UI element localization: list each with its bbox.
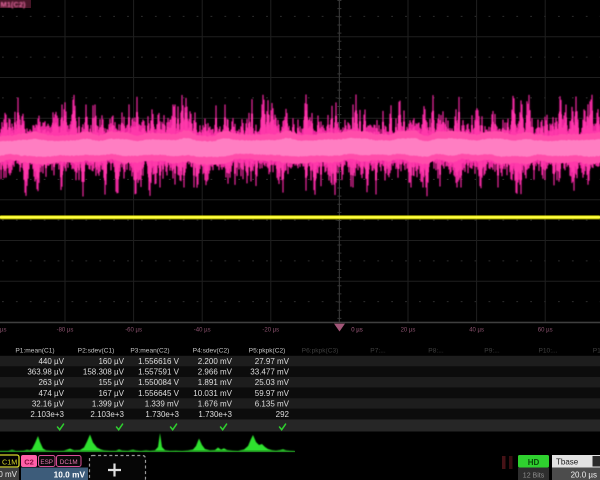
svg-text:1.556645 V: 1.556645 V bbox=[138, 389, 180, 398]
svg-text:HD: HD bbox=[528, 458, 540, 467]
svg-text:33.477 mV: 33.477 mV bbox=[250, 368, 289, 377]
svg-text:1.399 µV: 1.399 µV bbox=[92, 399, 125, 408]
svg-text:1.891 mV: 1.891 mV bbox=[198, 378, 233, 387]
svg-text:P4:sdev(C2): P4:sdev(C2) bbox=[193, 348, 230, 355]
svg-text:59.97 mV: 59.97 mV bbox=[255, 389, 290, 398]
svg-text:P3:mean(C2): P3:mean(C2) bbox=[130, 348, 169, 355]
svg-text:2.103e+3: 2.103e+3 bbox=[30, 410, 64, 419]
svg-text:C2: C2 bbox=[24, 457, 34, 466]
svg-text:1.557591 V: 1.557591 V bbox=[138, 368, 180, 377]
svg-text:474 µV: 474 µV bbox=[38, 389, 64, 398]
svg-text:20 µs: 20 µs bbox=[401, 328, 416, 334]
svg-text:440 µV: 440 µV bbox=[38, 357, 64, 366]
svg-text:1.730e+3: 1.730e+3 bbox=[198, 410, 232, 419]
svg-text:2.103e+3: 2.103e+3 bbox=[90, 410, 124, 419]
svg-text:P2:sdev(C1): P2:sdev(C1) bbox=[78, 348, 115, 355]
svg-text:1.339 mV: 1.339 mV bbox=[145, 399, 180, 408]
svg-text:32.16 µV: 32.16 µV bbox=[32, 399, 65, 408]
svg-text:P7:...: P7:... bbox=[370, 348, 386, 355]
svg-text:6.135 mV: 6.135 mV bbox=[255, 399, 290, 408]
svg-text:P1:mean(C1): P1:mean(C1) bbox=[15, 348, 54, 355]
svg-text:P6:pkpk(C3): P6:pkpk(C3) bbox=[302, 348, 339, 355]
svg-text:Tbase: Tbase bbox=[556, 458, 579, 467]
svg-text:60 µs: 60 µs bbox=[538, 328, 553, 334]
svg-text:-40 µs: -40 µs bbox=[194, 328, 211, 334]
svg-text:-100 µs: -100 µs bbox=[0, 328, 6, 334]
svg-text:20.0 µs: 20.0 µs bbox=[571, 470, 597, 479]
svg-text:160 µV: 160 µV bbox=[98, 357, 124, 366]
svg-text:263 µV: 263 µV bbox=[38, 378, 64, 387]
svg-text:0 µs: 0 µs bbox=[351, 328, 362, 334]
svg-text:-20 µs: -20 µs bbox=[262, 328, 279, 334]
svg-text:2.966 mV: 2.966 mV bbox=[198, 368, 233, 377]
svg-text:-80 µs: -80 µs bbox=[57, 328, 74, 334]
svg-text:27.97 mV: 27.97 mV bbox=[255, 357, 290, 366]
svg-text:25.03 mV: 25.03 mV bbox=[255, 378, 290, 387]
svg-text:1.550084 V: 1.550084 V bbox=[138, 378, 180, 387]
svg-text:M1(C2): M1(C2) bbox=[1, 0, 27, 9]
svg-text:1.676 mV: 1.676 mV bbox=[198, 399, 233, 408]
svg-text:12 Bits: 12 Bits bbox=[523, 473, 545, 480]
svg-text:1.730e+3: 1.730e+3 bbox=[145, 410, 179, 419]
svg-text:DC1M: DC1M bbox=[60, 459, 78, 466]
svg-text:167 µV: 167 µV bbox=[98, 389, 124, 398]
svg-text:P9:...: P9:... bbox=[484, 348, 500, 355]
svg-text:2.200 mV: 2.200 mV bbox=[198, 357, 233, 366]
svg-text:363.98 µV: 363.98 µV bbox=[27, 368, 64, 377]
svg-text:P8:...: P8:... bbox=[428, 348, 444, 355]
svg-text:155 µV: 155 µV bbox=[98, 378, 124, 387]
svg-text:40 µs: 40 µs bbox=[469, 328, 484, 334]
svg-text:C1M: C1M bbox=[2, 458, 17, 467]
svg-text:0 mV: 0 mV bbox=[0, 470, 18, 479]
svg-text:P10:...: P10:... bbox=[538, 348, 557, 355]
svg-text:P11:...: P11:... bbox=[593, 348, 600, 355]
svg-text:292: 292 bbox=[276, 410, 290, 419]
svg-text:10.031 mV: 10.031 mV bbox=[193, 389, 232, 398]
svg-text:158.308 µV: 158.308 µV bbox=[83, 368, 125, 377]
svg-text:ESP: ESP bbox=[40, 459, 53, 466]
svg-text:-60 µs: -60 µs bbox=[125, 328, 142, 334]
svg-text:1.556616 V: 1.556616 V bbox=[138, 357, 180, 366]
svg-text:P5:pkpk(C2): P5:pkpk(C2) bbox=[249, 348, 286, 355]
svg-text:10.0 mV: 10.0 mV bbox=[54, 469, 86, 479]
